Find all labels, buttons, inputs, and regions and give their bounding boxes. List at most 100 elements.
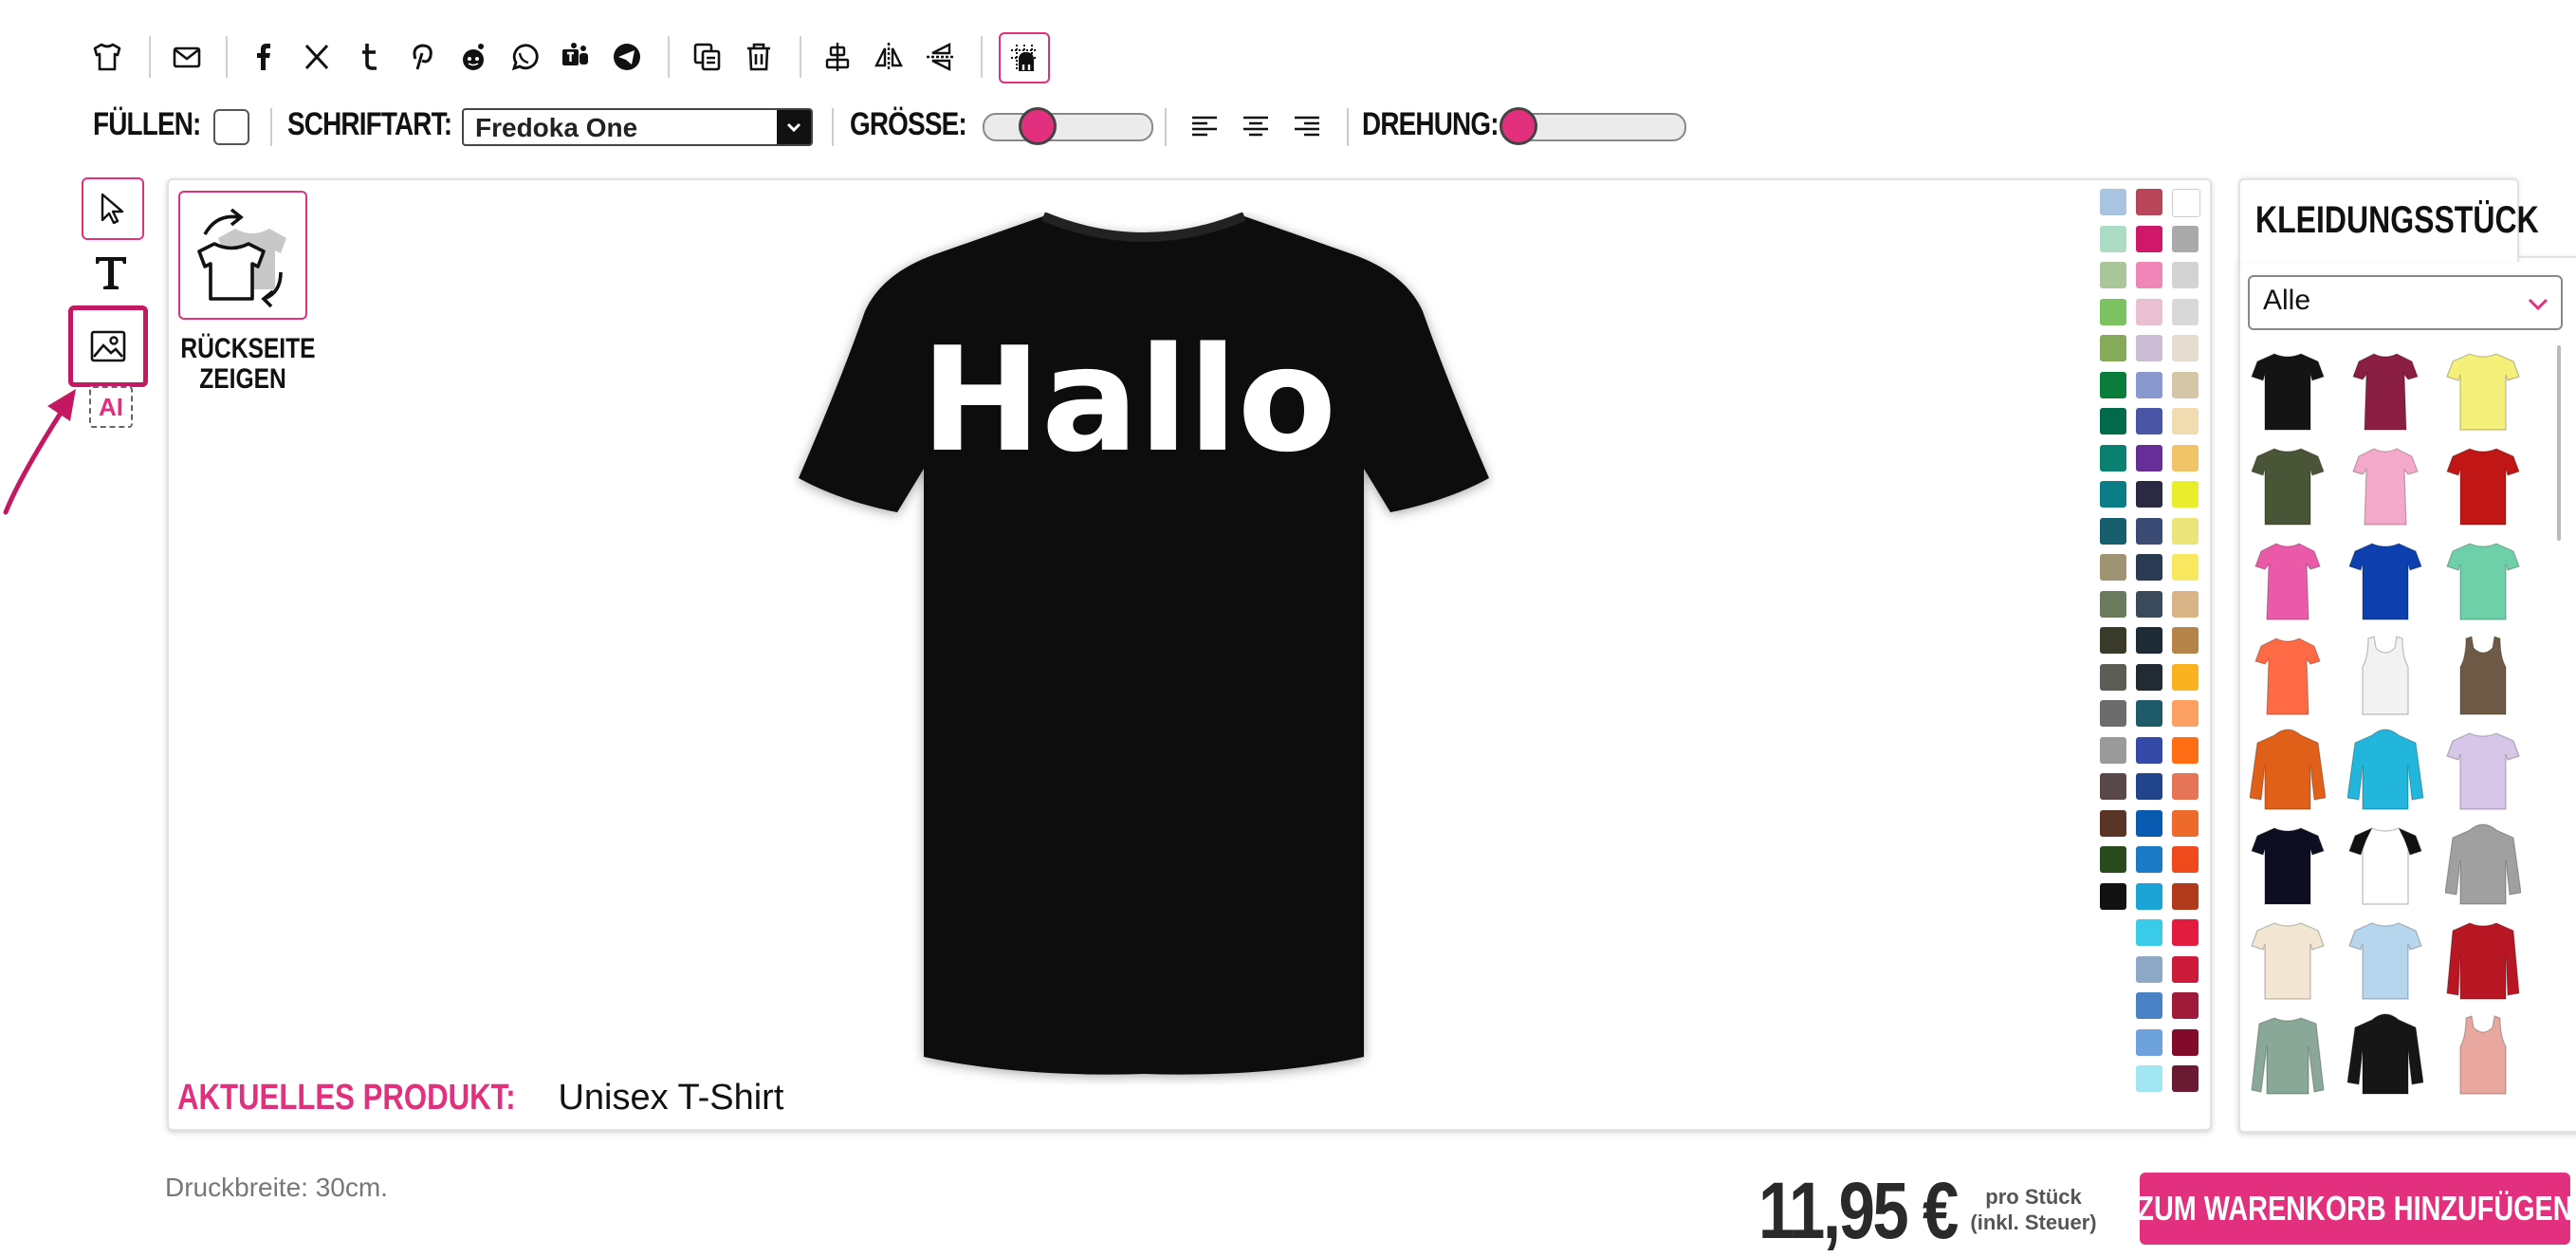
color-swatch[interactable] bbox=[2172, 773, 2199, 800]
color-swatch[interactable] bbox=[2136, 1065, 2162, 1092]
color-swatch[interactable] bbox=[2172, 590, 2199, 618]
select-tool-button[interactable] bbox=[82, 177, 144, 240]
color-swatch[interactable] bbox=[2136, 298, 2162, 325]
text-tool-button[interactable] bbox=[82, 243, 140, 302]
category-select[interactable]: Alle bbox=[2248, 275, 2563, 330]
color-swatch[interactable] bbox=[2100, 225, 2126, 252]
color-swatch[interactable] bbox=[2100, 590, 2126, 618]
color-swatch[interactable] bbox=[2100, 882, 2126, 910]
color-swatch[interactable] bbox=[2172, 736, 2199, 764]
garment-item[interactable] bbox=[2347, 347, 2423, 434]
color-swatch[interactable] bbox=[2172, 882, 2199, 910]
garment-scrollbar[interactable] bbox=[2557, 345, 2561, 541]
size-slider-track[interactable] bbox=[983, 113, 1153, 141]
color-swatch[interactable] bbox=[2172, 225, 2199, 252]
align-left-icon[interactable] bbox=[1188, 110, 1221, 142]
color-swatch[interactable] bbox=[2136, 262, 2162, 288]
trash-icon[interactable] bbox=[738, 36, 780, 78]
color-swatch[interactable] bbox=[2136, 627, 2162, 654]
color-swatch[interactable] bbox=[2100, 408, 2126, 434]
facebook-icon[interactable] bbox=[243, 36, 285, 78]
garment-item[interactable] bbox=[2445, 442, 2521, 529]
color-swatch[interactable] bbox=[2136, 408, 2162, 434]
color-swatch[interactable] bbox=[2136, 773, 2162, 800]
color-swatch[interactable] bbox=[2100, 663, 2126, 691]
color-swatch[interactable] bbox=[2172, 663, 2199, 691]
color-swatch[interactable] bbox=[2172, 627, 2199, 654]
color-swatch[interactable] bbox=[2136, 955, 2162, 983]
garment-item[interactable] bbox=[2250, 632, 2326, 719]
chevron-down-icon[interactable] bbox=[777, 110, 811, 144]
garment-item[interactable] bbox=[2347, 822, 2423, 909]
color-swatch[interactable] bbox=[2100, 298, 2126, 325]
color-swatch[interactable] bbox=[2136, 554, 2162, 581]
image-tool-button[interactable] bbox=[68, 305, 148, 387]
garment-item[interactable] bbox=[2250, 1011, 2326, 1099]
color-swatch[interactable] bbox=[2172, 262, 2199, 288]
align-right-icon[interactable] bbox=[1291, 110, 1323, 142]
font-select[interactable]: Fredoka One bbox=[462, 108, 813, 146]
color-swatch[interactable] bbox=[2172, 846, 2199, 873]
color-swatch[interactable] bbox=[2136, 481, 2162, 508]
color-swatch[interactable] bbox=[2136, 444, 2162, 471]
color-swatch[interactable] bbox=[2100, 700, 2126, 727]
color-swatch[interactable] bbox=[2172, 481, 2199, 508]
color-swatch[interactable] bbox=[2100, 444, 2126, 471]
color-swatch[interactable] bbox=[2100, 846, 2126, 873]
add-to-cart-button[interactable]: ZUM WARENKORB HINZUFÜGEN bbox=[2137, 1173, 2573, 1245]
flip-vertical-icon[interactable] bbox=[920, 36, 962, 78]
show-back-button[interactable] bbox=[178, 191, 307, 320]
color-swatch[interactable] bbox=[2136, 189, 2162, 215]
garment-item[interactable] bbox=[2347, 632, 2423, 719]
garment-item[interactable] bbox=[2445, 822, 2521, 909]
color-swatch[interactable] bbox=[2172, 809, 2199, 837]
color-swatch[interactable] bbox=[2100, 262, 2126, 288]
align-center-icon[interactable] bbox=[817, 36, 858, 78]
garment-item[interactable] bbox=[2347, 537, 2423, 624]
color-swatch[interactable] bbox=[2100, 189, 2126, 215]
color-swatch[interactable] bbox=[2136, 882, 2162, 910]
color-swatch[interactable] bbox=[2172, 955, 2199, 983]
mail-icon[interactable] bbox=[166, 36, 208, 78]
garment-item[interactable] bbox=[2250, 822, 2326, 909]
align-center-text-icon[interactable] bbox=[1240, 110, 1272, 142]
fill-checkbox[interactable] bbox=[213, 109, 249, 145]
garment-item[interactable] bbox=[2250, 347, 2326, 434]
color-swatch[interactable] bbox=[2172, 408, 2199, 434]
color-swatch[interactable] bbox=[2136, 809, 2162, 837]
color-swatch[interactable] bbox=[2172, 298, 2199, 325]
garment-item[interactable] bbox=[2445, 537, 2521, 624]
size-slider-thumb[interactable] bbox=[1019, 107, 1058, 145]
tshirt-icon[interactable] bbox=[86, 36, 128, 78]
flip-horizontal-icon[interactable] bbox=[868, 36, 910, 78]
color-swatch[interactable] bbox=[2172, 992, 2199, 1019]
garment-item[interactable] bbox=[2250, 727, 2326, 814]
garment-item[interactable] bbox=[2445, 632, 2521, 719]
color-swatch[interactable] bbox=[2172, 1065, 2199, 1092]
color-swatch[interactable] bbox=[2100, 736, 2126, 764]
reddit-icon[interactable] bbox=[452, 36, 494, 78]
garment-item[interactable] bbox=[2445, 727, 2521, 814]
color-swatch[interactable] bbox=[2172, 919, 2199, 946]
color-swatch[interactable] bbox=[2100, 481, 2126, 508]
color-swatch[interactable] bbox=[2100, 809, 2126, 837]
color-swatch[interactable] bbox=[2172, 1028, 2199, 1056]
color-swatch[interactable] bbox=[2172, 554, 2199, 581]
color-swatch[interactable] bbox=[2136, 335, 2162, 361]
color-swatch[interactable] bbox=[2136, 736, 2162, 764]
color-swatch[interactable] bbox=[2136, 663, 2162, 691]
color-swatch[interactable] bbox=[2136, 371, 2162, 398]
color-swatch[interactable] bbox=[2100, 554, 2126, 581]
garment-item[interactable] bbox=[2347, 442, 2423, 529]
tab-garment[interactable]: KLEIDUNGSSTÜCK bbox=[2238, 178, 2539, 262]
design-text[interactable]: Hallo bbox=[921, 316, 1336, 484]
ai-tool-button[interactable]: AI bbox=[82, 381, 140, 433]
color-swatch[interactable] bbox=[2136, 992, 2162, 1019]
color-swatch[interactable] bbox=[2172, 335, 2199, 361]
garment-item[interactable] bbox=[2445, 347, 2521, 434]
color-swatch[interactable] bbox=[2172, 371, 2199, 398]
garment-item[interactable] bbox=[2445, 916, 2521, 1004]
garment-item[interactable] bbox=[2347, 1011, 2423, 1099]
color-swatch[interactable] bbox=[2172, 517, 2199, 545]
color-swatch[interactable] bbox=[2100, 773, 2126, 800]
